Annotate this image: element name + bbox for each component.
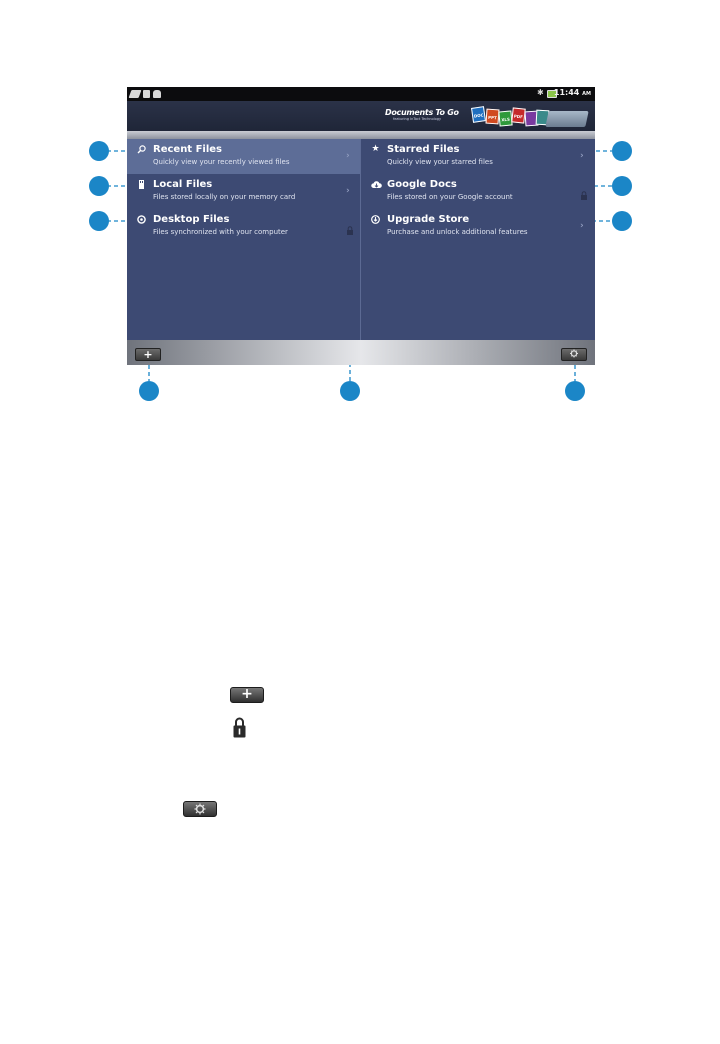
item-subtitle: Files synchronized with your computer [153,228,288,236]
item-title: Google Docs [387,179,457,190]
item-title: Recent Files [153,144,222,155]
app-screenshot: ✱ 11:44 AM Documents To Go featuring InT… [127,87,595,365]
cloud-icon [371,180,382,189]
item-title: Local Files [153,179,213,190]
brand-tagline: featuring InTact Technology [393,117,442,121]
item-subtitle: Quickly view your recently viewed files [153,158,290,166]
menu-item-starred-files[interactable]: ★ Starred Files Quickly view your starre… [361,139,594,174]
lock-icon [347,220,353,235]
menu-item-desktop-files[interactable]: Desktop Files Files synchronized with yo… [127,209,360,244]
download-icon [371,215,380,224]
search-icon [137,145,146,154]
brand-logo: Documents To Go [385,108,459,117]
sync-icon [137,215,146,224]
status-clock: 11:44 AM [553,88,591,97]
sd-card-icon [137,180,146,189]
header-sheen [127,131,595,139]
menu-item-recent-files[interactable]: Recent Files Quickly view your recently … [127,139,360,174]
callout-google-docs [612,176,632,196]
bottom-toolbar: + [127,340,595,365]
item-title: Desktop Files [153,214,230,225]
folder-icon [545,111,589,127]
usb-debug-icon [143,90,150,98]
legend-settings-button-icon [183,801,217,817]
callout-lock [340,381,360,401]
item-title: Upgrade Store [387,214,470,225]
lock-icon [581,185,587,200]
legend-lock-icon [233,716,246,738]
callout-upgrade-store [612,211,632,231]
item-subtitle: Purchase and unlock additional features [387,228,528,236]
settings-button[interactable] [561,348,587,361]
item-title: Starred Files [387,144,460,155]
status-bar: ✱ 11:44 AM [127,87,595,101]
callout-local-files [89,176,109,196]
menu-item-local-files[interactable]: Local Files Files stored locally on your… [127,174,360,209]
pdf-tile-icon: PDF [511,107,526,124]
xls-tile-icon: XLS [498,110,513,127]
chevron-right-icon: › [580,221,584,231]
doc-tile-icon: DOC [471,106,486,123]
callout-desktop-files [89,211,109,231]
menu-item-upgrade-store[interactable]: Upgrade Store Purchase and unlock additi… [361,209,594,244]
callout-starred-files [612,141,632,161]
callout-recent-files [89,141,109,161]
usb-icon [128,90,142,98]
star-icon: ★ [371,144,380,154]
chevron-right-icon: › [346,186,350,196]
android-icon [153,90,161,98]
item-subtitle: Files stored on your Google account [387,193,513,201]
callout-settings-button [565,381,585,401]
settings-icon [568,348,580,361]
add-button[interactable]: + [135,348,161,361]
legend-add-button-icon: + [230,687,264,703]
item-subtitle: Files stored locally on your memory card [153,193,296,201]
bluetooth-icon: ✱ [537,88,544,97]
chevron-right-icon: › [346,151,350,161]
item-subtitle: Quickly view your starred files [387,158,493,166]
callout-add-button [139,381,159,401]
chevron-right-icon: › [580,151,584,161]
menu-item-google-docs[interactable]: Google Docs Files stored on your Google … [361,174,594,209]
